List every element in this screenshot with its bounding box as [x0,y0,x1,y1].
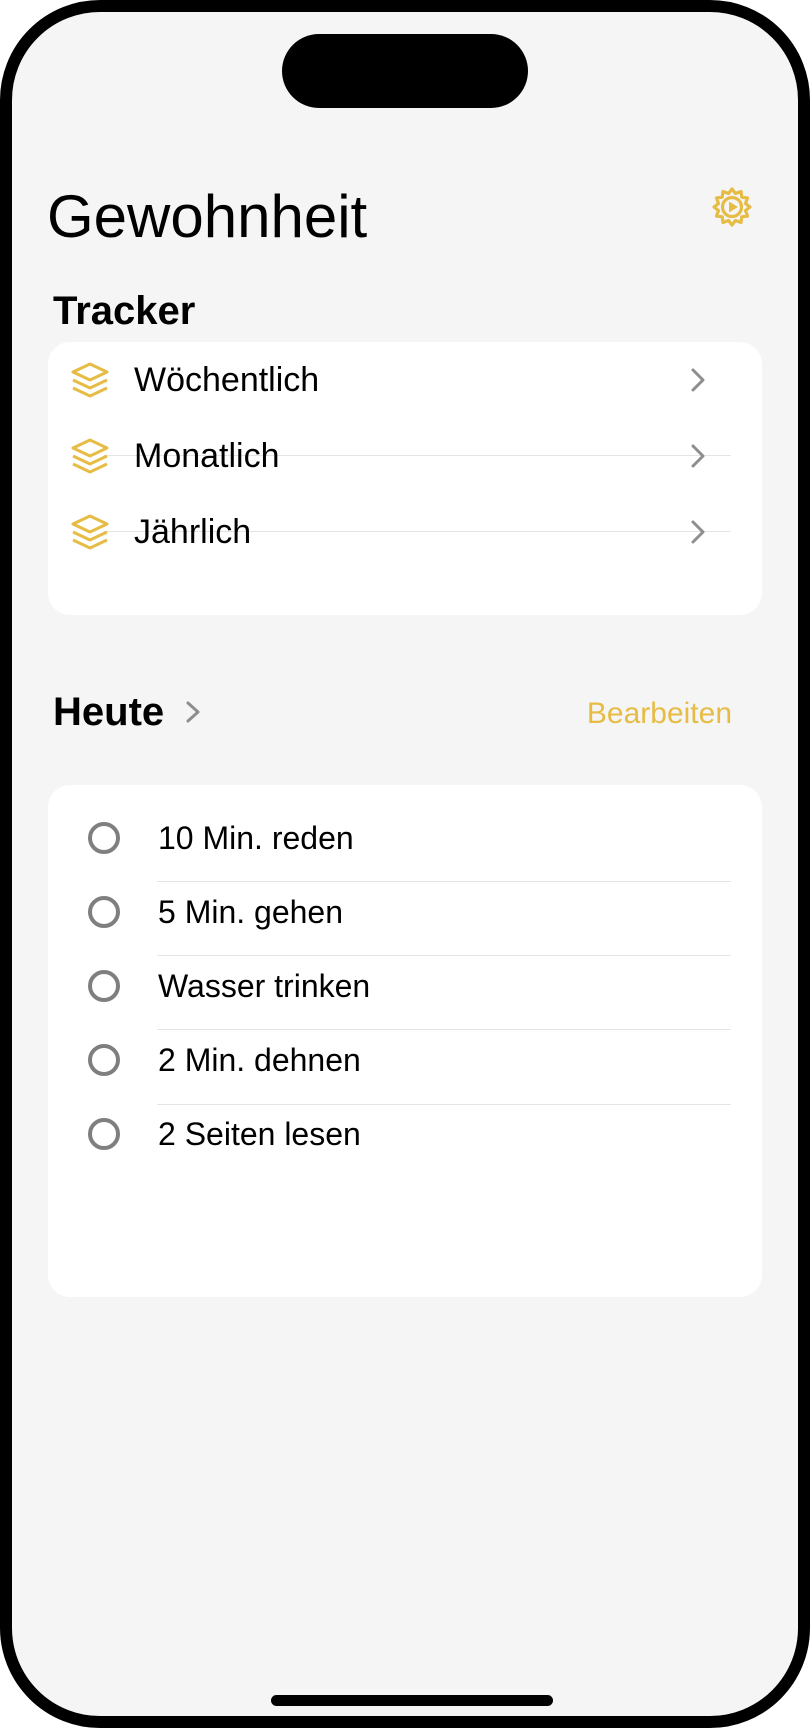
page-title: Gewohnheit [47,183,368,250]
tracker-item-label: Wöchentlich [134,361,320,399]
tracker-card: Wöchentlich Monatlich Jährlich [48,342,762,615]
today-card: 10 Min. reden 5 Min. gehen Wasser trinke… [48,785,762,1297]
chevron-right-icon [691,520,705,544]
checkbox-circle[interactable] [88,1118,120,1150]
chevron-right-icon [691,368,705,392]
habit-label: 5 Min. gehen [158,894,344,930]
habit-row[interactable]: 2 Seiten lesen [48,1100,762,1172]
phone-frame: Gewohnheit Tracker Wöchentlich Monatlich… [0,0,810,1728]
stack-icon [71,514,109,550]
tracker-item-label: Jährlich [134,513,252,551]
today-header-link[interactable]: Heute [53,684,202,740]
checkbox-circle[interactable] [88,896,120,928]
habit-row[interactable]: 10 Min. reden [48,804,762,876]
habit-row[interactable]: 5 Min. gehen [48,878,762,950]
edit-button[interactable]: Bearbeiten [572,694,732,734]
dynamic-island [282,34,528,108]
habit-label: Wasser trinken [158,968,371,1004]
habit-label: 2 Seiten lesen [158,1116,361,1152]
tracker-item-monthly[interactable]: Monatlich [48,418,762,494]
chevron-right-icon [186,701,200,723]
gear-icon [712,187,752,227]
stack-icon [71,362,109,398]
tracker-section-title: Tracker [53,289,196,333]
tracker-item-weekly[interactable]: Wöchentlich [48,342,762,418]
checkbox-circle[interactable] [88,970,120,1002]
settings-button[interactable] [707,182,757,232]
tracker-item-label: Monatlich [134,437,280,475]
checkbox-circle[interactable] [88,1044,120,1076]
today-section-title: Heute [53,690,165,734]
home-indicator[interactable] [271,1695,553,1706]
habit-row[interactable]: 2 Min. dehnen [48,1026,762,1098]
habit-row[interactable]: Wasser trinken [48,952,762,1024]
chevron-right-icon [691,444,705,468]
checkbox-circle[interactable] [88,822,120,854]
habit-label: 2 Min. dehnen [158,1042,361,1078]
tracker-item-yearly[interactable]: Jährlich [48,494,762,570]
habit-label: 10 Min. reden [158,820,354,856]
stack-icon [71,438,109,474]
